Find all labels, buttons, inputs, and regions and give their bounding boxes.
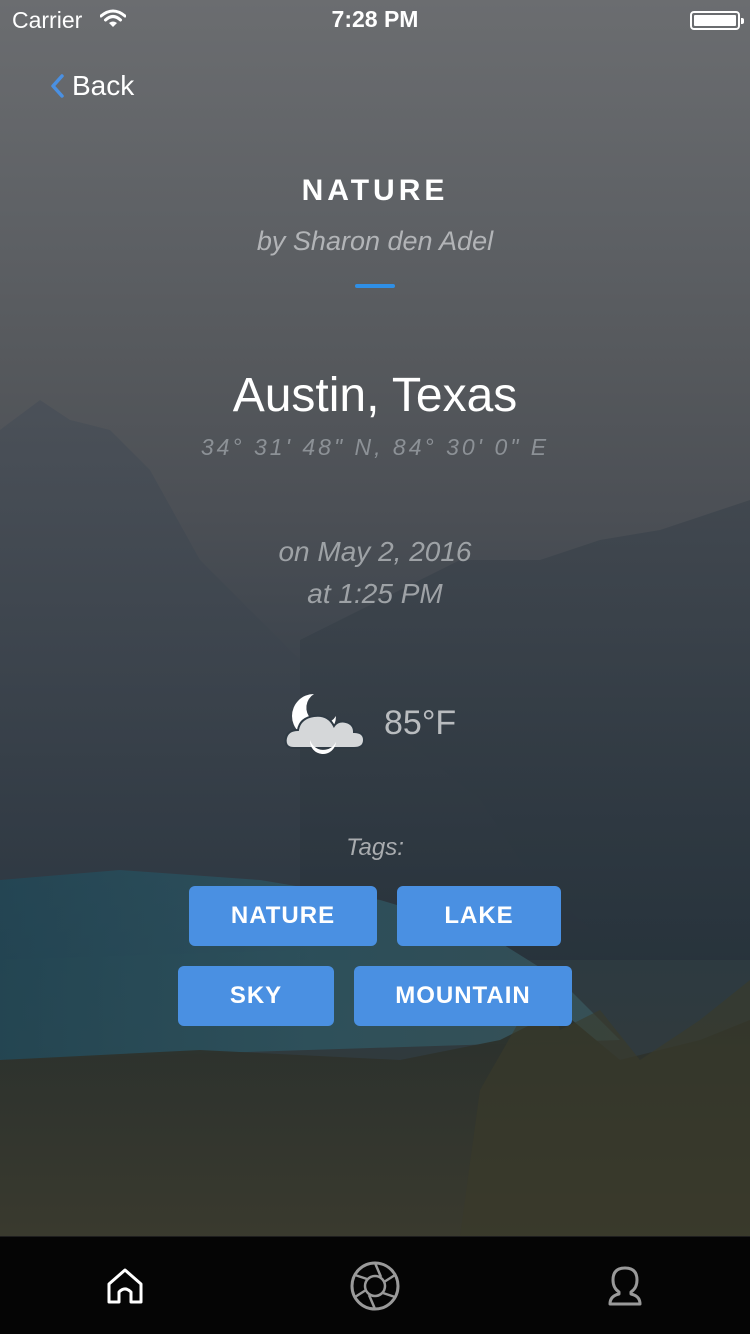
photo-title: NATURE [301, 174, 449, 207]
tab-profile[interactable] [595, 1261, 655, 1311]
back-label: Back [72, 70, 135, 101]
photo-coordinates: 34° 31' 48" N, 84° 30' 0" E [200, 434, 550, 460]
tag-sky-button[interactable]: SKY [178, 966, 334, 1026]
tag-mountain-button[interactable]: MOUNTAIN [354, 966, 572, 1026]
back-button[interactable]: Back [48, 66, 134, 106]
partly-cloudy-night-icon [284, 694, 366, 755]
tab-home[interactable] [95, 1261, 155, 1311]
battery-icon [690, 11, 744, 30]
tab-bar [0, 1236, 750, 1334]
tags-label: Tags: [346, 834, 404, 861]
profile-icon [608, 1266, 642, 1306]
status-time: 7:28 PM [331, 6, 419, 32]
status-bar: Carrier 7:28 PM [0, 0, 750, 40]
temperature: 85°F [384, 704, 457, 742]
photo-location: Austin, Texas [232, 369, 518, 422]
tag-lake-button[interactable]: LAKE [397, 886, 561, 946]
tab-camera[interactable] [345, 1261, 405, 1311]
photo-byline: by Sharon den Adel [256, 226, 494, 256]
photo-detail-screen: Carrier 7:28 PM Back NATURE by Sharon de… [0, 0, 750, 1334]
title-divider [355, 284, 395, 288]
photo-date: on May 2, 2016 [278, 536, 472, 567]
home-icon [107, 1268, 143, 1304]
tag-nature-button[interactable]: NATURE [189, 886, 377, 946]
photo-time: at 1:25 PM [307, 578, 443, 609]
chevron-left-icon [51, 74, 64, 98]
camera-aperture-icon [350, 1261, 400, 1311]
weather-summary: 85°F [284, 690, 484, 760]
